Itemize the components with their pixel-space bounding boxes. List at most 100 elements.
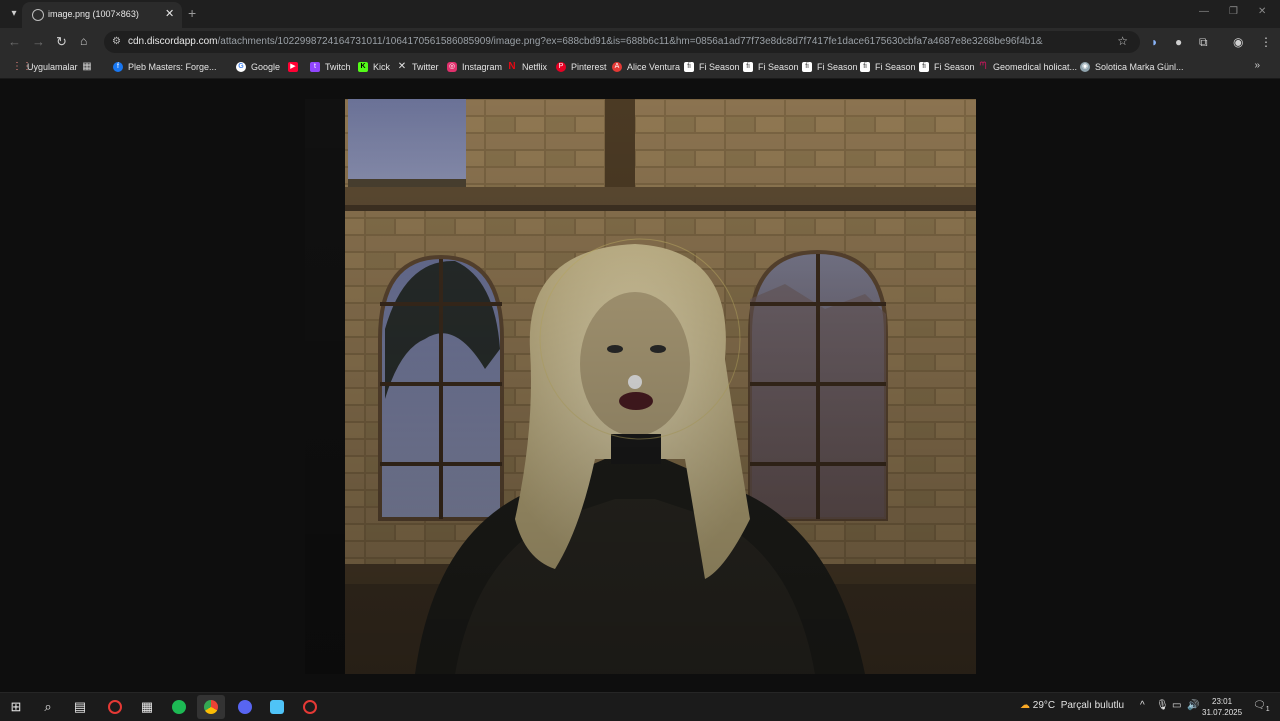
new-tab-button[interactable]: +: [188, 5, 196, 21]
site-info-icon[interactable]: ⚙: [112, 36, 121, 47]
character-portrait-image: [305, 99, 976, 674]
bookmark-pinterest[interactable]: P Pinterest: [556, 59, 607, 75]
windows-start-icon[interactable]: ⊞: [7, 698, 25, 716]
bookmark-label: Kick: [373, 62, 391, 72]
bookmark-instagram[interactable]: ◎ Instagram: [447, 59, 502, 75]
network-icon[interactable]: ▭: [1172, 700, 1181, 711]
youtube-icon: ▶: [288, 62, 298, 72]
geomedical-icon: ᘉ: [979, 61, 987, 72]
facebook-icon: f: [113, 62, 123, 72]
bookmark-google[interactable]: G Google: [236, 59, 280, 75]
instagram-icon: ◎: [447, 62, 457, 72]
window-close-button[interactable]: ✕: [1258, 6, 1266, 17]
maximize-button[interactable]: ❐: [1229, 6, 1238, 17]
bookmark-label: Uygulamalar: [27, 62, 78, 72]
profile-avatar[interactable]: ◉: [1233, 35, 1243, 49]
bookmarks-bar: ⋮⋮ Uygulamalar ▦ f Pleb Masters: Forge... …: [0, 56, 1280, 79]
page-viewport: [0, 79, 1280, 691]
bookmark-label: Fi Season: [934, 62, 975, 72]
chrome-icon[interactable]: [197, 695, 225, 719]
reload-button[interactable]: ↻: [56, 34, 67, 50]
extension-circle-icon[interactable]: ●: [1175, 35, 1182, 49]
tray-overflow-icon[interactable]: ^: [1140, 700, 1145, 711]
spotify-icon[interactable]: [170, 698, 188, 716]
bookmark-star-icon[interactable]: ☆: [1117, 34, 1128, 48]
windows-taskbar: ⊞ ⌕ ▤ ▦ ☁ 29°C Parçalı bulutlu ^ 🎙 ▭ 🔊 2…: [0, 692, 1280, 721]
twitch-icon: t: [310, 62, 320, 72]
bookmark-label: Fi Season: [699, 62, 740, 72]
bookmark-label: Instagram: [462, 62, 503, 72]
app-launcher-icon[interactable]: [268, 698, 286, 716]
home-button[interactable]: ⌂: [80, 34, 87, 48]
task-view-icon[interactable]: ▤: [71, 698, 89, 716]
bookmark-solotica[interactable]: ◉ Solotica Marka Günl...: [1080, 59, 1184, 75]
tab-active[interactable]: image.png (1007×863) ✕: [22, 2, 182, 28]
menu-dots-icon[interactable]: ⋮: [1260, 35, 1272, 49]
displayed-image[interactable]: [305, 99, 976, 674]
bookmark-label: Fi Season: [758, 62, 799, 72]
bookmark-label: Twitter: [412, 62, 439, 72]
netflix-icon: N: [508, 61, 516, 72]
address-url[interactable]: cdn.discordapp.com/attachments/102299872…: [128, 36, 1043, 47]
bookmark-twitter[interactable]: ✕ Twitter: [397, 59, 439, 75]
bookmark-label: Google: [251, 62, 281, 72]
recorder-icon[interactable]: [301, 698, 319, 716]
notification-count: 1: [1265, 706, 1270, 713]
weather-widget[interactable]: ☁ 29°C Parçalı bulutlu: [1020, 700, 1124, 711]
tab-title: image.png (1007×863): [48, 9, 139, 19]
page-icon: fi: [743, 62, 753, 72]
microphone-icon[interactable]: 🎙: [1156, 700, 1169, 711]
bookmark-fi-season-1[interactable]: fi Fi Season: [684, 59, 740, 75]
forward-button[interactable]: →: [32, 34, 45, 49]
bookmark-apps[interactable]: ⋮⋮ Uygulamalar: [12, 59, 78, 75]
bookmark-label: Fi Season: [817, 62, 858, 72]
back-button[interactable]: ←: [8, 34, 21, 49]
bookmark-grid[interactable]: ▦: [82, 59, 97, 75]
alice-icon: A: [612, 62, 622, 72]
bookmark-fi-season-3[interactable]: fi Fi Season: [802, 59, 858, 75]
bookmark-geomedical[interactable]: ᘉ Geomedical holicat...: [978, 59, 1077, 75]
bookmark-fi-season-5[interactable]: fi Fi Season: [919, 59, 975, 75]
tab-search-icon[interactable]: ▾: [6, 6, 22, 22]
weather-temp: 29°C: [1032, 700, 1056, 711]
bookmark-kick[interactable]: K Kick: [358, 59, 390, 75]
bookmark-label: Twitch: [325, 62, 351, 72]
grid-icon: ▦: [82, 61, 92, 72]
page-icon: fi: [860, 62, 870, 72]
discord-icon[interactable]: [236, 698, 254, 716]
bookmark-fi-season-2[interactable]: fi Fi Season: [743, 59, 799, 75]
opera-gx-icon[interactable]: [106, 698, 124, 716]
search-icon[interactable]: ⌕: [39, 698, 57, 716]
pinterest-icon: P: [556, 62, 566, 72]
minimize-button[interactable]: —: [1199, 6, 1209, 17]
url-host: cdn.discordapp.com: [128, 36, 218, 47]
bookmark-twitch[interactable]: t Twitch: [310, 59, 351, 75]
read-aloud-icon[interactable]: ◗: [1151, 35, 1158, 49]
google-icon: G: [236, 62, 246, 72]
bookmark-alice-ventura[interactable]: A Alice Ventura: [612, 59, 680, 75]
clock-date: 31.07.2025: [1202, 708, 1243, 717]
globe-icon: [32, 9, 44, 21]
x-icon: ✕: [397, 61, 407, 72]
calculator-icon[interactable]: ▦: [138, 698, 156, 716]
bookmarks-overflow-button[interactable]: »: [1254, 60, 1260, 71]
volume-icon[interactable]: 🔊: [1187, 700, 1199, 711]
tab-close-icon[interactable]: ✕: [165, 7, 174, 20]
url-path: /attachments/1022998724164731011/1064170…: [217, 36, 1043, 47]
address-bar[interactable]: ⚙ cdn.discordapp.com/attachments/1022998…: [104, 31, 1140, 53]
weather-desc: Parçalı bulutlu: [1060, 700, 1125, 711]
system-clock[interactable]: 23:01 31.07.2025: [1202, 696, 1242, 718]
bookmark-youtube[interactable]: ▶: [288, 59, 303, 75]
bookmark-label: Netflix: [522, 62, 548, 72]
bookmark-label: Solotica Marka Günl...: [1095, 62, 1184, 72]
bookmark-fi-season-4[interactable]: fi Fi Season: [860, 59, 916, 75]
notifications-icon[interactable]: 🗨1: [1253, 700, 1270, 713]
page-icon: fi: [919, 62, 929, 72]
page-icon: fi: [684, 62, 694, 72]
tab-strip: ▾ image.png (1007×863) ✕ + — ❐ ✕: [0, 0, 1280, 28]
bookmark-pleb-masters[interactable]: f Pleb Masters: Forge...: [113, 59, 217, 75]
extensions-puzzle-icon[interactable]: ⧉: [1199, 35, 1208, 50]
bookmark-label: Geomedical holicat...: [993, 62, 1078, 72]
bookmark-netflix[interactable]: N Netflix: [507, 59, 547, 75]
solotica-icon: ◉: [1080, 62, 1090, 72]
